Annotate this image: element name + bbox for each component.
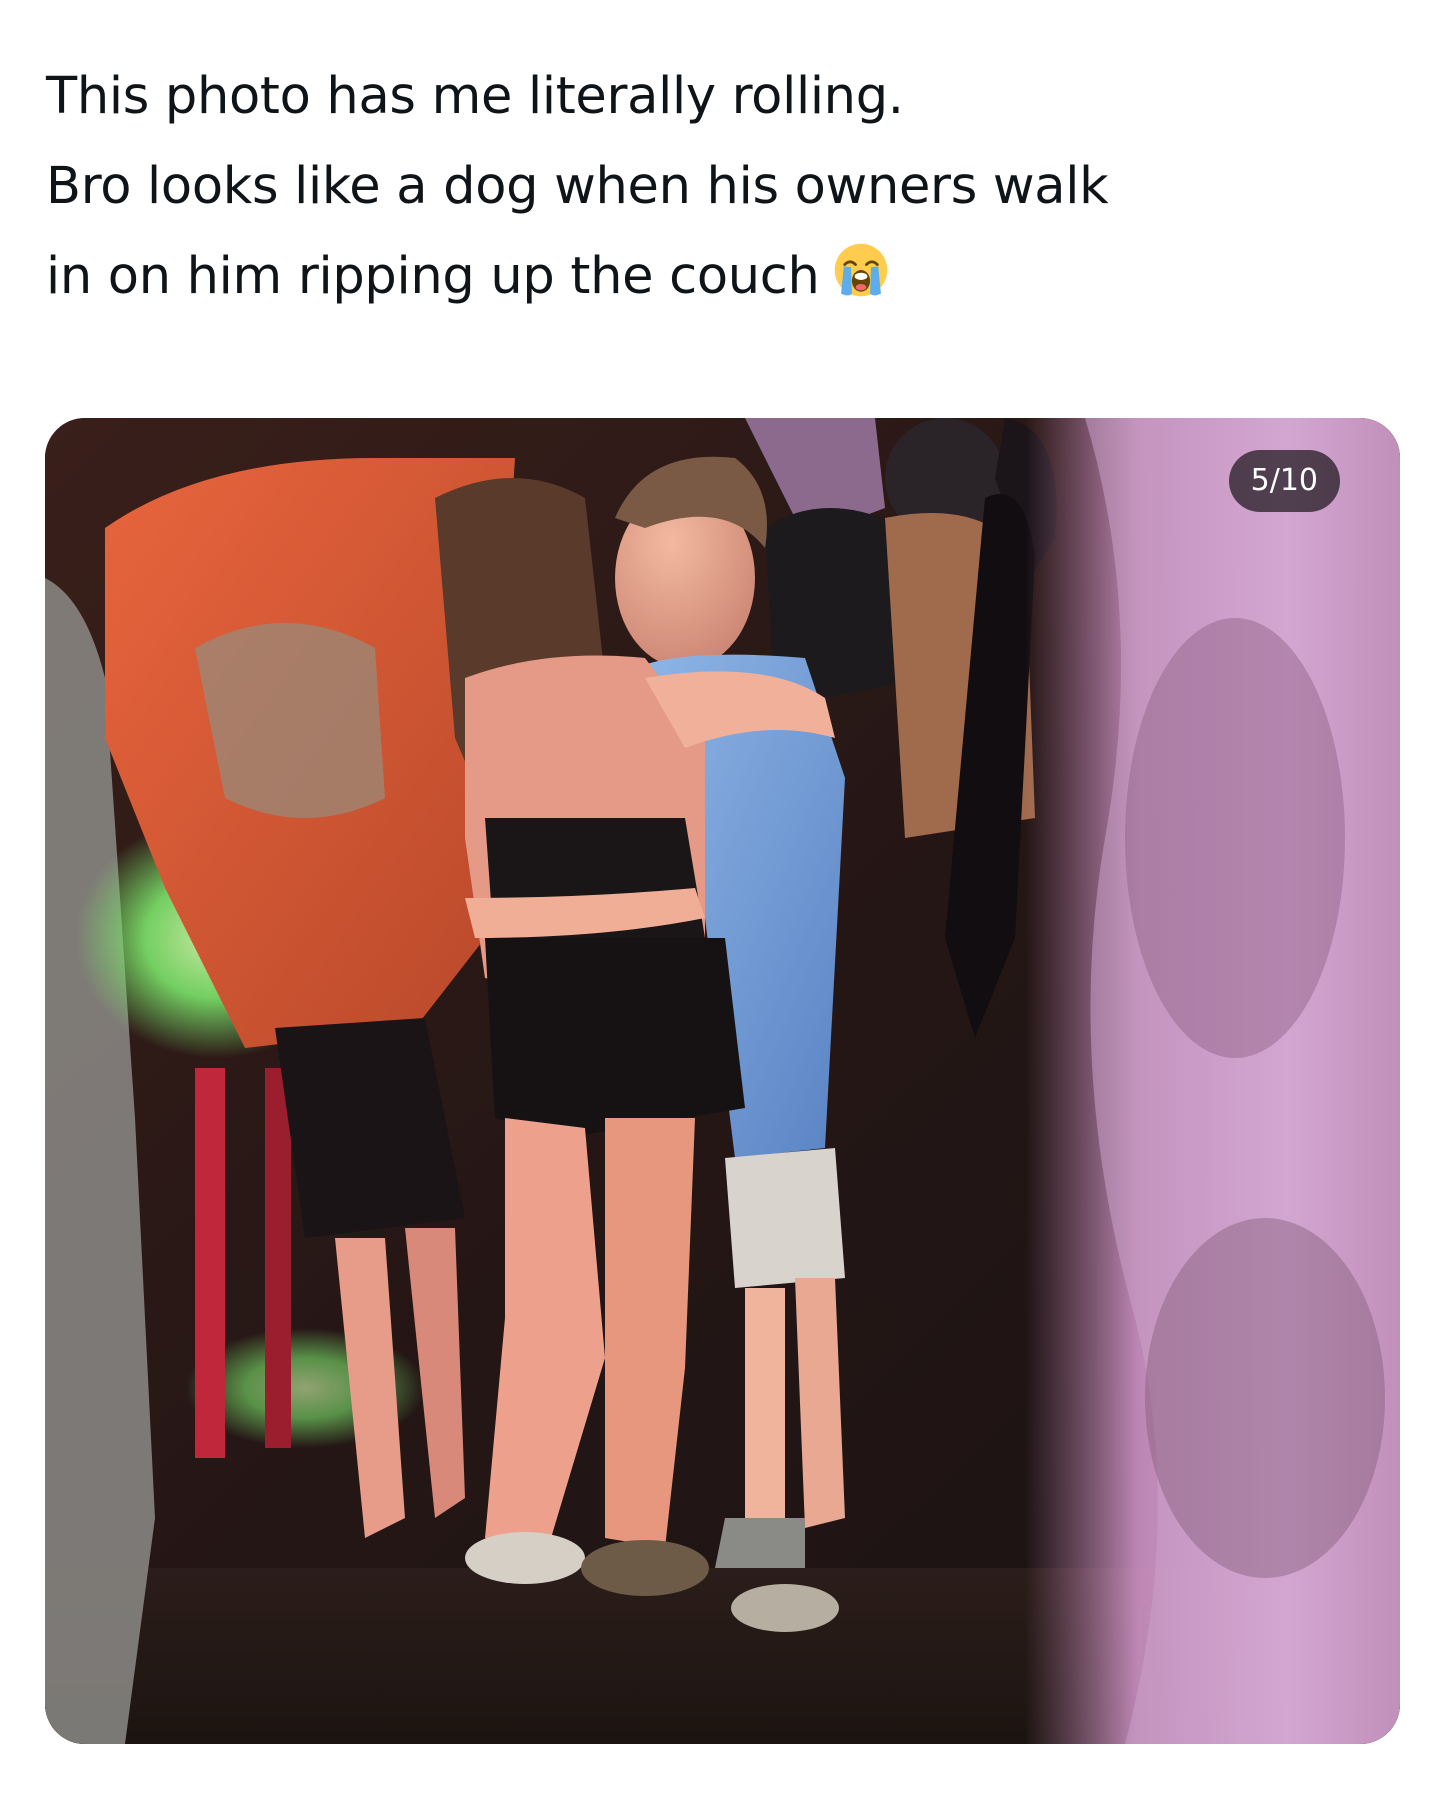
party-photo	[45, 418, 1400, 1744]
post-text: This photo has me literally rolling. Bro…	[46, 52, 1406, 328]
post-text-line-3: in on him ripping up the couch	[46, 232, 1406, 328]
post-text-line-1: This photo has me literally rolling.	[46, 67, 904, 126]
loudly-crying-face-icon	[832, 238, 890, 328]
post: This photo has me literally rolling. Bro…	[0, 0, 1440, 1800]
photo-media[interactable]: 5/10	[45, 418, 1400, 1744]
post-text-line-3-text: in on him ripping up the couch	[46, 247, 820, 306]
post-text-line-2: Bro looks like a dog when his owners wal…	[46, 157, 1109, 216]
media-counter-badge: 5/10	[1228, 450, 1340, 512]
